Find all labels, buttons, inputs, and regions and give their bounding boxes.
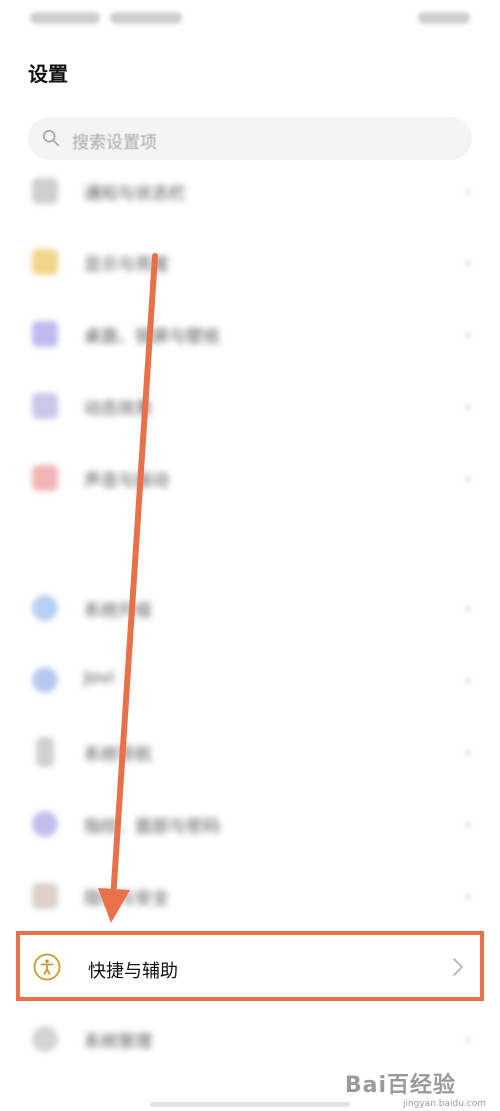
settings-item-dynamic-effects[interactable]: 动态效果 › <box>0 370 500 440</box>
chevron-right-icon: › <box>464 884 472 908</box>
settings-item-notifications[interactable]: 通知与状态栏 › <box>0 155 500 225</box>
settings-item-display[interactable]: 显示与亮度 › <box>0 226 500 296</box>
settings-item-navigation[interactable]: 系统导航 › <box>0 716 500 786</box>
settings-item-label: 系统升级 <box>84 601 152 621</box>
chevron-right-icon: › <box>464 668 472 692</box>
page-title: 设置 <box>28 62 68 86</box>
chevron-right-icon: › <box>464 596 472 620</box>
settings-item-sound[interactable]: 声音与振动 › <box>0 442 500 512</box>
settings-item-label: 快捷与辅助 <box>88 961 178 982</box>
settings-item-fingerprint[interactable]: 指纹、面部与密码 › <box>0 788 500 858</box>
jovi-icon <box>32 667 58 693</box>
display-icon <box>32 249 58 275</box>
settings-item-label: 指纹、面部与密码 <box>84 817 220 837</box>
status-bar <box>0 0 500 40</box>
settings-item-privacy[interactable]: 隐私与安全 › <box>0 860 500 930</box>
watermark-url: jingyan.baidu.com <box>402 1099 486 1109</box>
search-icon <box>42 129 60 147</box>
settings-item-label: 系统管理 <box>84 1032 152 1052</box>
chevron-right-icon <box>453 958 463 976</box>
chevron-right-icon: › <box>464 1027 472 1051</box>
accessibility-icon <box>33 953 61 981</box>
chevron-right-icon: › <box>464 394 472 418</box>
status-time <box>30 12 100 24</box>
navigation-icon <box>36 737 54 767</box>
privacy-icon <box>32 883 58 909</box>
settings-item-label: 显示与亮度 <box>84 255 169 275</box>
settings-item-jovi[interactable]: Jovi › <box>0 644 500 714</box>
settings-item-label: Jovi <box>84 668 115 688</box>
notification-icon <box>32 178 58 204</box>
settings-item-system-update[interactable]: 系统升级 › <box>0 572 500 642</box>
settings-item-label: 动态效果 <box>84 399 152 419</box>
status-icons <box>110 12 182 24</box>
chevron-right-icon: › <box>464 179 472 203</box>
settings-item-wallpaper[interactable]: 桌面、锁屏与壁纸 › <box>0 298 500 368</box>
fingerprint-icon <box>32 811 58 837</box>
chevron-right-icon: › <box>464 740 472 764</box>
settings-item-system-management[interactable]: 系统管理 › <box>0 1003 500 1073</box>
settings-item-label: 隐私与安全 <box>84 889 169 909</box>
sound-icon <box>32 465 58 491</box>
chevron-right-icon: › <box>464 466 472 490</box>
status-battery-icon <box>418 12 470 24</box>
chevron-right-icon: › <box>464 250 472 274</box>
chevron-right-icon: › <box>464 812 472 836</box>
home-indicator <box>150 1102 350 1107</box>
settings-item-shortcuts-accessibility[interactable]: 快捷与辅助 <box>16 931 484 1001</box>
settings-item-label: 桌面、锁屏与壁纸 <box>84 327 220 347</box>
wallpaper-icon <box>32 321 58 347</box>
settings-item-label: 通知与状态栏 <box>84 184 186 204</box>
search-placeholder: 搜索设置项 <box>72 133 157 153</box>
chevron-right-icon: › <box>464 322 472 346</box>
settings-item-label: 系统导航 <box>84 745 152 765</box>
system-management-icon <box>32 1026 58 1052</box>
watermark-logo: Bai百经验 <box>344 1073 456 1098</box>
update-icon <box>32 595 58 621</box>
search-input[interactable]: 搜索设置项 <box>28 117 472 160</box>
dynamic-effect-icon <box>32 393 58 419</box>
settings-item-label: 声音与振动 <box>84 471 169 491</box>
